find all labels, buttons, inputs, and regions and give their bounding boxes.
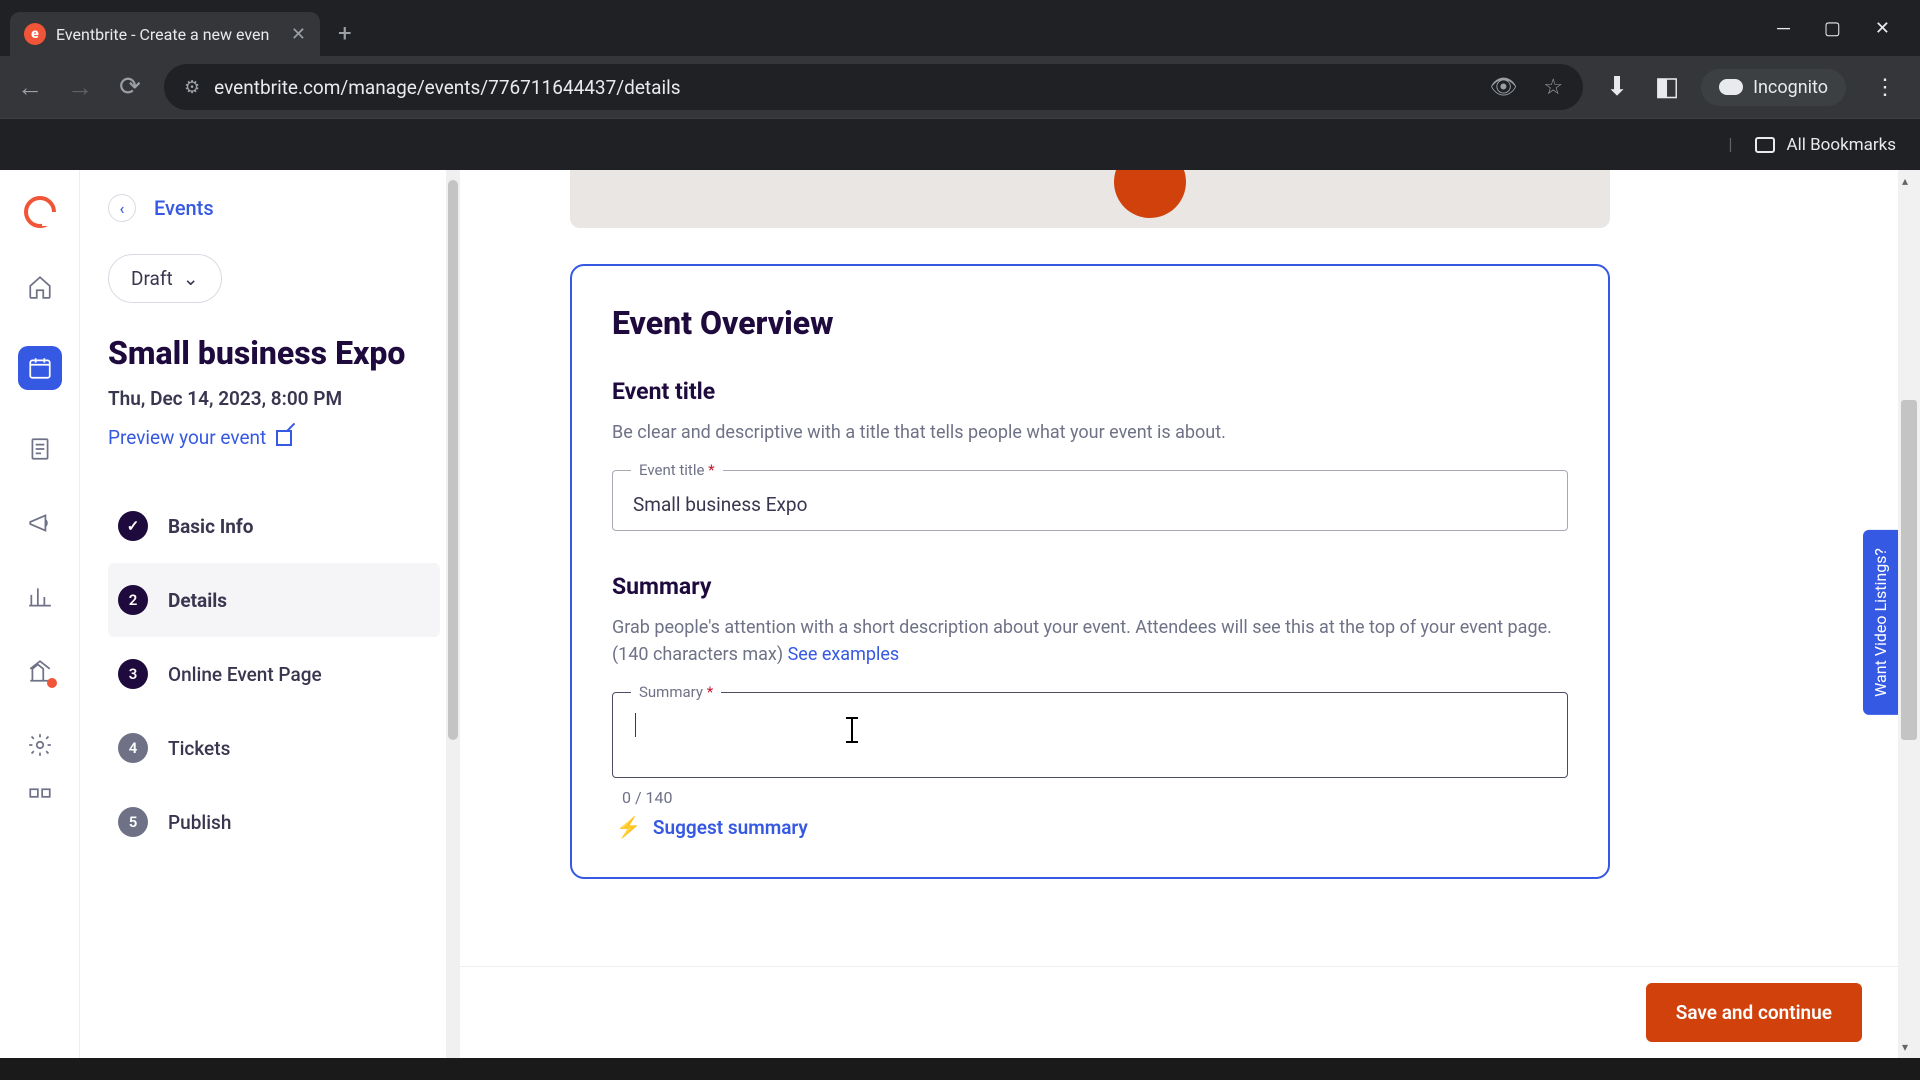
app-content: ‹ Events Draft ⌄ Small business Expo Thu… xyxy=(0,170,1920,1058)
event-date-text: Thu, Dec 14, 2023, 8:00 PM xyxy=(108,387,440,410)
new-tab-button[interactable]: + xyxy=(338,19,352,47)
event-image-banner[interactable] xyxy=(570,170,1610,228)
step-basic-info[interactable]: Basic Info xyxy=(108,489,440,563)
notification-dot xyxy=(47,678,57,688)
close-window-icon[interactable]: ✕ xyxy=(1875,18,1890,39)
maximize-icon[interactable]: ▢ xyxy=(1824,18,1841,39)
step-check-icon xyxy=(118,511,148,541)
reload-button[interactable]: ⟳ xyxy=(114,72,146,102)
step-online-event-page[interactable]: 3 Online Event Page xyxy=(108,637,440,711)
calendar-icon[interactable] xyxy=(18,346,62,390)
os-taskbar xyxy=(0,1058,1920,1080)
summary-field[interactable]: Summary * xyxy=(612,692,1568,778)
chevron-down-icon: ⌄ xyxy=(183,267,199,290)
scrollbar-thumb[interactable] xyxy=(448,180,458,740)
tab-title: Eventbrite - Create a new even xyxy=(56,25,281,44)
url-text: eventbrite.com/manage/events/77671164443… xyxy=(214,76,1475,99)
minimize-icon[interactable]: ─ xyxy=(1777,18,1790,39)
sidebar-panel: ‹ Events Draft ⌄ Small business Expo Thu… xyxy=(80,170,460,1058)
scroll-up-arrow[interactable]: ▴ xyxy=(1902,174,1908,188)
event-title-input[interactable] xyxy=(633,493,1547,516)
home-icon[interactable] xyxy=(25,272,55,302)
bolt-icon: ⚡ xyxy=(616,815,641,839)
event-title-field[interactable]: Event title * xyxy=(612,470,1568,531)
see-examples-link[interactable]: See examples xyxy=(788,644,900,665)
steps-nav: Basic Info 2 Details 3 Online Event Page… xyxy=(108,489,440,859)
sidebar-scrollbar[interactable] xyxy=(446,170,460,1058)
orders-icon[interactable] xyxy=(25,434,55,464)
icon-rail xyxy=(0,170,80,1058)
suggest-summary-button[interactable]: ⚡ Suggest summary xyxy=(616,815,808,839)
url-box[interactable]: ⚙ eventbrite.com/manage/events/776711644… xyxy=(164,64,1583,110)
sidepanel-icon[interactable]: ◧ xyxy=(1651,72,1683,102)
step-number: 4 xyxy=(118,733,148,763)
save-and-continue-button[interactable]: Save and continue xyxy=(1646,983,1862,1042)
site-settings-icon[interactable]: ⚙ xyxy=(184,77,200,98)
step-publish[interactable]: 5 Publish xyxy=(108,785,440,859)
field-label: Summary * xyxy=(631,683,721,701)
incognito-icon xyxy=(1719,79,1743,95)
eventbrite-favicon: e xyxy=(24,23,46,45)
card-title: Event Overview xyxy=(612,304,1568,342)
bookmarks-bar: | All Bookmarks xyxy=(0,118,1920,170)
mouse-cursor-icon xyxy=(851,717,853,743)
address-bar: ← → ⟳ ⚙ eventbrite.com/manage/events/776… xyxy=(0,56,1920,118)
main-content: Event Overview Event title Be clear and … xyxy=(460,170,1920,1058)
preview-event-link[interactable]: Preview your event xyxy=(108,426,292,449)
summary-desc: Grab people's attention with a short des… xyxy=(612,614,1568,668)
reports-icon[interactable] xyxy=(25,582,55,612)
apps-icon[interactable] xyxy=(25,784,55,814)
finance-icon[interactable] xyxy=(25,656,55,686)
eventbrite-logo[interactable] xyxy=(24,196,56,228)
settings-icon[interactable] xyxy=(25,730,55,760)
all-bookmarks-link[interactable]: All Bookmarks xyxy=(1787,135,1896,155)
window-controls: ─ ▢ ✕ xyxy=(1777,18,1910,39)
event-name-heading: Small business Expo xyxy=(108,333,440,373)
marketing-icon[interactable] xyxy=(25,508,55,538)
step-details[interactable]: 2 Details xyxy=(108,563,440,637)
event-title-desc: Be clear and descriptive with a title th… xyxy=(612,419,1568,446)
image-decoration xyxy=(1114,170,1186,218)
chevron-left-icon: ‹ xyxy=(108,194,136,222)
feedback-tab[interactable]: Want Video Listings? xyxy=(1863,530,1898,715)
eye-off-icon[interactable]: 👁 xyxy=(1489,75,1517,100)
status-dropdown[interactable]: Draft ⌄ xyxy=(108,254,222,303)
page-scrollbar[interactable]: ▴ ▾ xyxy=(1898,170,1920,1058)
more-menu-icon[interactable]: ⋮ xyxy=(1874,75,1896,100)
folder-icon xyxy=(1755,137,1775,153)
event-title-heading: Event title xyxy=(612,378,1568,405)
close-icon[interactable]: ✕ xyxy=(291,24,306,45)
back-button[interactable]: ← xyxy=(14,72,46,103)
back-to-events-link[interactable]: ‹ Events xyxy=(108,194,440,222)
bookmark-star-icon[interactable]: ☆ xyxy=(1543,75,1563,100)
downloads-icon[interactable]: ⬇ xyxy=(1601,72,1633,102)
step-number: 2 xyxy=(118,585,148,615)
scrollbar-thumb[interactable] xyxy=(1901,400,1917,740)
step-number: 3 xyxy=(118,659,148,689)
tab-bar: e Eventbrite - Create a new even ✕ + ─ ▢… xyxy=(0,0,1920,56)
text-caret xyxy=(635,713,636,737)
browser-chrome: e Eventbrite - Create a new even ✕ + ─ ▢… xyxy=(0,0,1920,170)
event-overview-card: Event Overview Event title Be clear and … xyxy=(570,264,1610,879)
scroll-down-arrow[interactable]: ▾ xyxy=(1902,1040,1908,1054)
browser-tab[interactable]: e Eventbrite - Create a new even ✕ xyxy=(10,12,320,56)
step-tickets[interactable]: 4 Tickets xyxy=(108,711,440,785)
external-link-icon xyxy=(276,430,292,446)
char-count: 0 / 140 xyxy=(622,788,1568,807)
step-number: 5 xyxy=(118,807,148,837)
summary-input[interactable] xyxy=(633,715,1547,753)
field-label: Event title * xyxy=(631,461,723,479)
forward-button[interactable]: → xyxy=(64,72,96,103)
incognito-indicator[interactable]: Incognito xyxy=(1701,69,1846,106)
save-bar: Save and continue xyxy=(460,966,1920,1058)
summary-heading: Summary xyxy=(612,573,1568,600)
